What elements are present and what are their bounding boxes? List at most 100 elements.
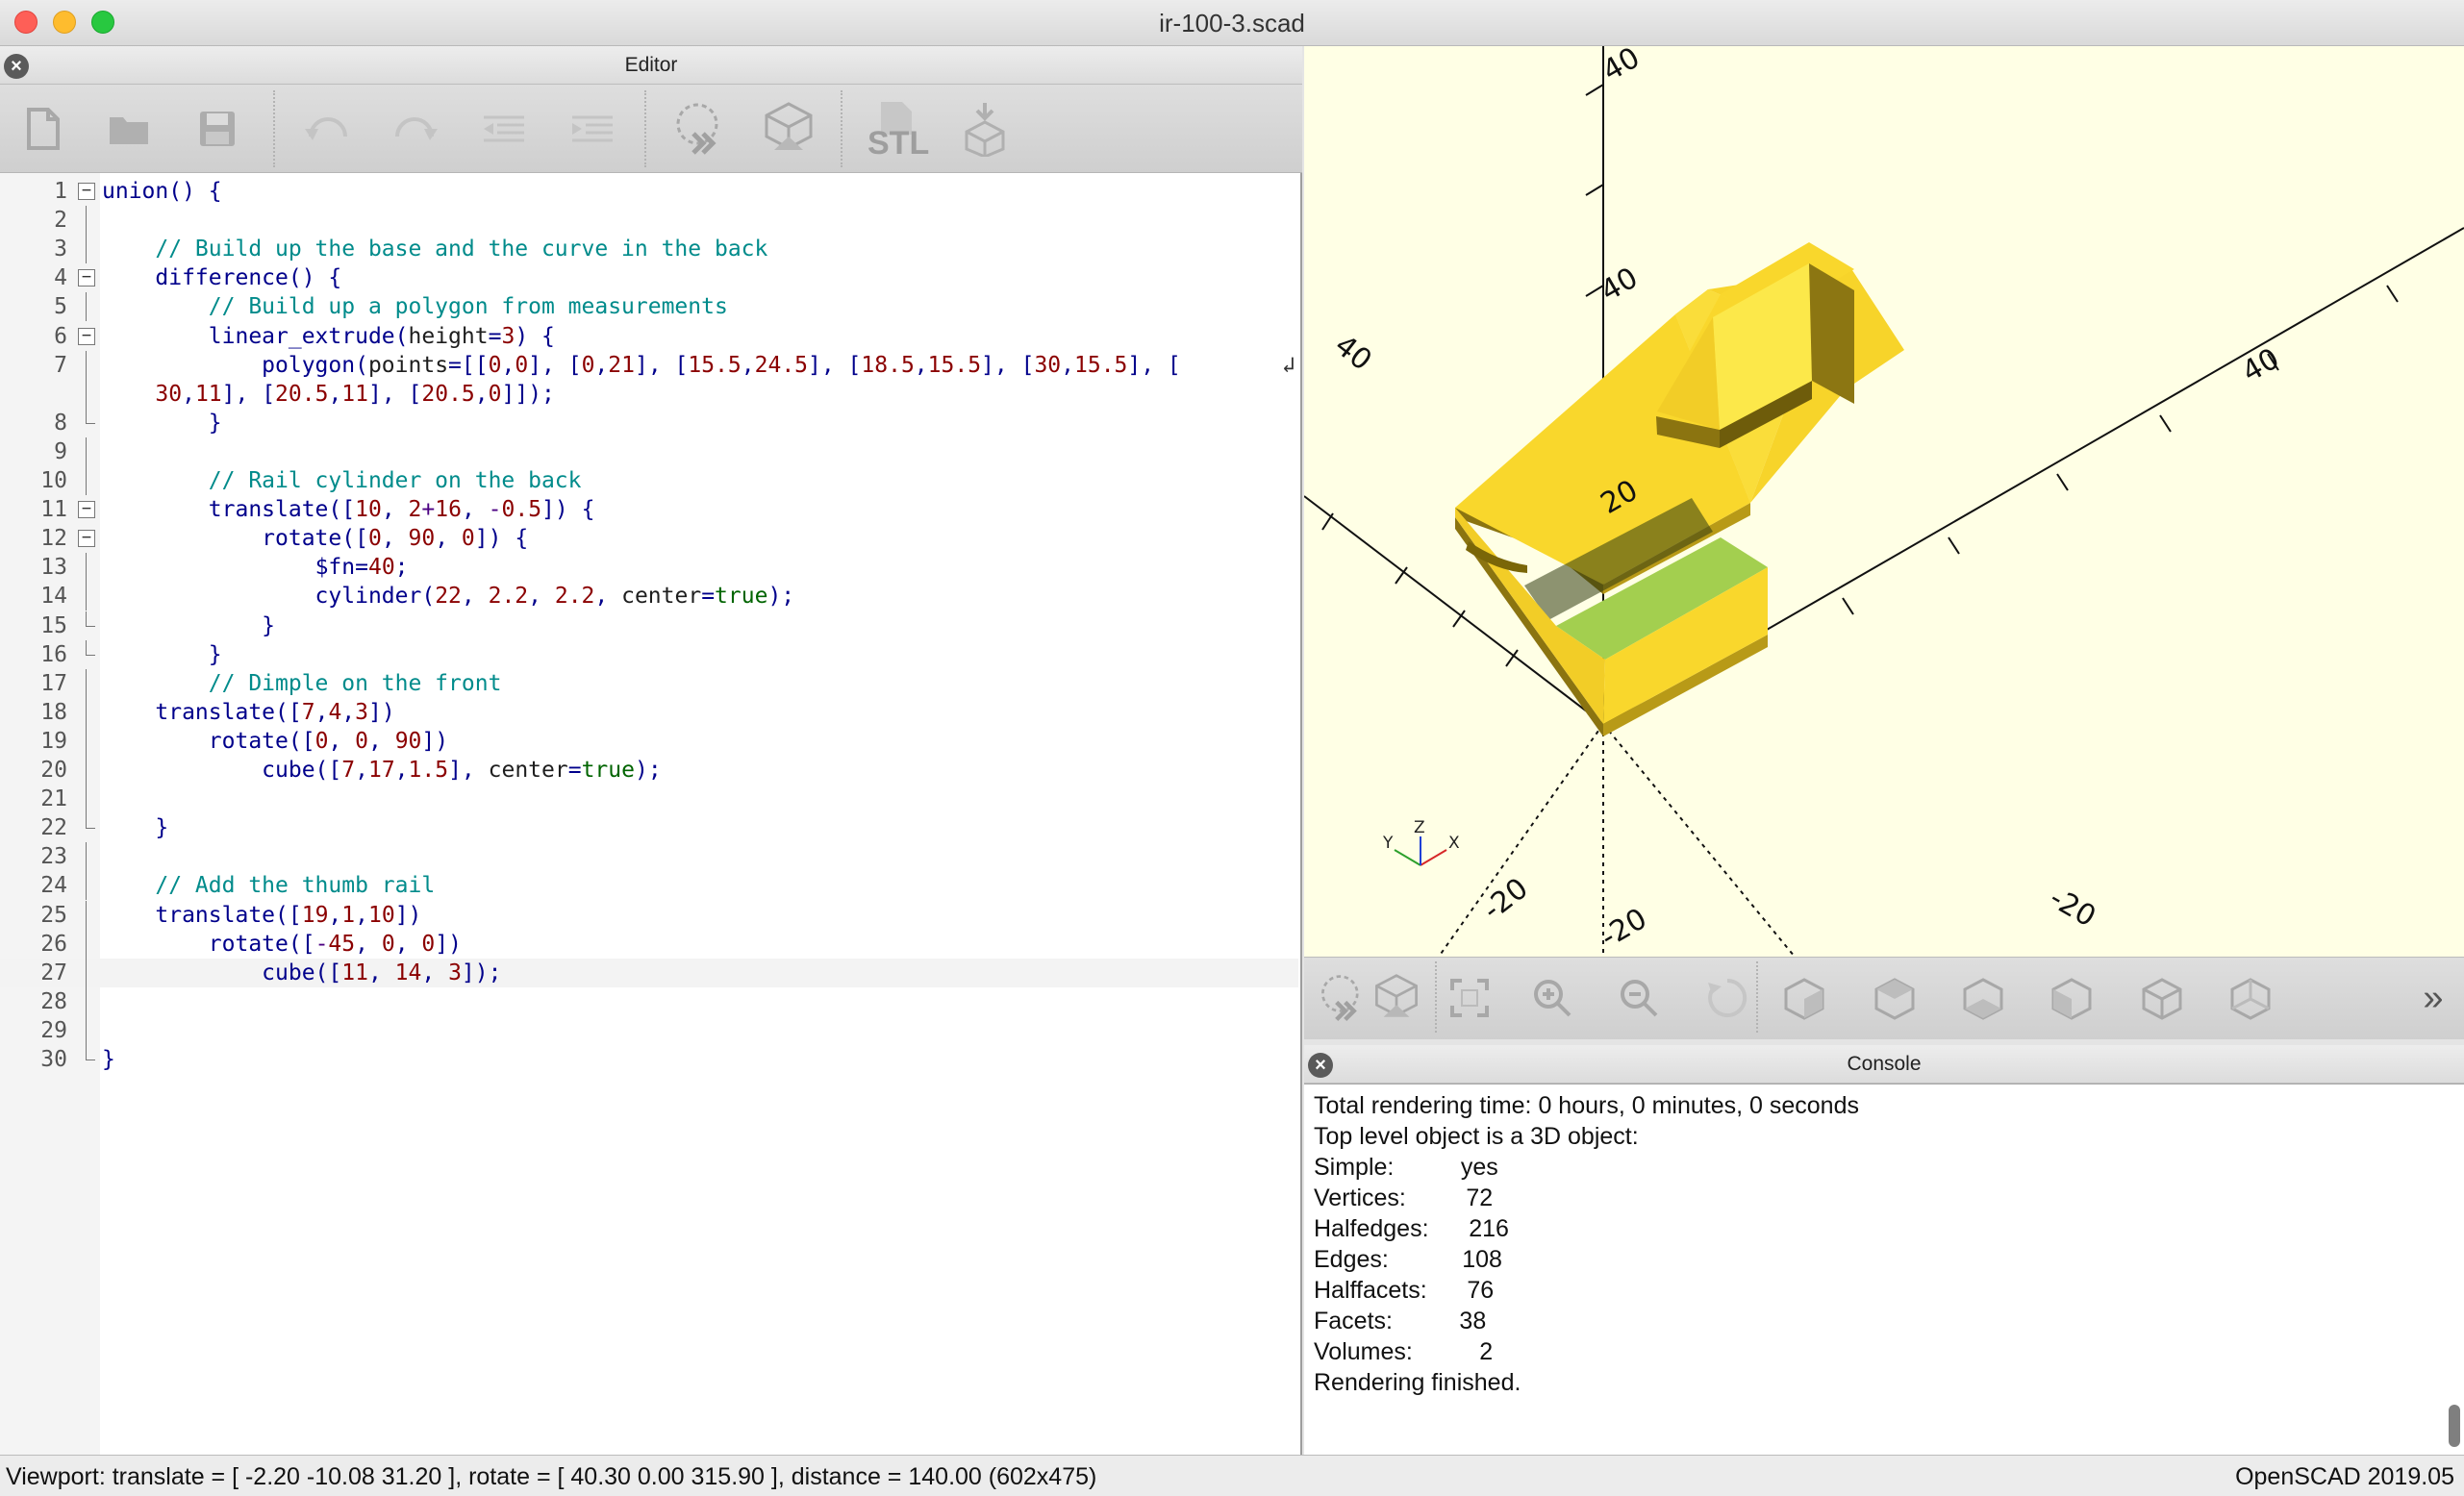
code-line[interactable]: 8 } bbox=[0, 408, 1298, 437]
console-output[interactable]: Total rendering time: 0 hours, 0 minutes… bbox=[1304, 1084, 2464, 1455]
fold-toggle-icon[interactable]: − bbox=[78, 183, 95, 200]
code-line[interactable]: 16 } bbox=[0, 639, 1298, 669]
code-line[interactable]: 9 bbox=[0, 436, 1298, 466]
code-line[interactable]: 19 rotate([0, 0, 90]) bbox=[0, 726, 1298, 756]
line-number: 22 bbox=[40, 815, 67, 841]
line-number: 29 bbox=[40, 1017, 67, 1043]
code-line[interactable]: 13 $fn=40; bbox=[0, 553, 1298, 583]
code-token: } bbox=[102, 815, 169, 841]
console-line: Top level object is a 3D object: bbox=[1314, 1123, 1639, 1150]
code-line[interactable]: 30} bbox=[0, 1045, 1298, 1074]
preview-icon[interactable] bbox=[1316, 971, 1370, 1025]
console-scrollbar[interactable] bbox=[2449, 1405, 2460, 1447]
fold-guide bbox=[86, 582, 87, 611]
fold-toggle-icon[interactable]: − bbox=[78, 327, 95, 345]
code-token: 11 bbox=[341, 381, 368, 407]
code-token: 0.5 bbox=[501, 497, 542, 523]
undo-icon[interactable] bbox=[298, 98, 356, 160]
render-icon[interactable] bbox=[1370, 971, 1423, 1025]
code-line[interactable]: 27 cube([11, 14, 3]); bbox=[0, 958, 1298, 987]
code-line[interactable]: 29 bbox=[0, 1015, 1298, 1045]
code-line[interactable]: 12− rotate([0, 90, 0]) { bbox=[0, 524, 1298, 553]
view-front-icon[interactable] bbox=[2135, 971, 2189, 1025]
code-token: ], [ bbox=[1127, 352, 1181, 378]
view-all-icon[interactable] bbox=[1443, 971, 1496, 1025]
view-bottom-icon[interactable] bbox=[1956, 971, 2010, 1025]
line-number: 21 bbox=[40, 786, 67, 812]
code-line[interactable]: 25 translate([19,1,10]) bbox=[0, 900, 1298, 930]
code-line[interactable]: 4− difference() { bbox=[0, 263, 1298, 292]
code-token: 21 bbox=[608, 352, 635, 378]
code-line[interactable]: 15 } bbox=[0, 611, 1298, 640]
line-number: 6 bbox=[54, 323, 67, 349]
code-token: cylinder( bbox=[102, 584, 436, 610]
code-line[interactable]: 24 // Add the thumb rail bbox=[0, 871, 1298, 901]
code-line[interactable]: 11− translate([10, 2+16, -0.5]) { bbox=[0, 495, 1298, 524]
code-token: = bbox=[488, 323, 502, 349]
code-line[interactable]: 14 cylinder(22, 2.2, 2.2, center=true); bbox=[0, 582, 1298, 611]
code-line[interactable]: 20 cube([7,17,1.5], center=true); bbox=[0, 756, 1298, 785]
view-top-icon[interactable] bbox=[1868, 971, 1922, 1025]
code-text: // Build up the base and the curve in th… bbox=[102, 235, 767, 263]
3d-viewport[interactable]: 40 40 20 40 40 -20 -20 -20 Y Z X bbox=[1304, 46, 2464, 957]
code-token: } bbox=[102, 1047, 115, 1072]
fold-toggle-icon[interactable]: − bbox=[78, 530, 95, 548]
code-line[interactable]: 23 bbox=[0, 842, 1298, 872]
console-line: Rendering finished. bbox=[1314, 1369, 1521, 1396]
code-token: , bbox=[394, 931, 422, 957]
code-token: 40 bbox=[367, 555, 395, 581]
code-line[interactable]: 10 // Rail cylinder on the back bbox=[0, 466, 1298, 495]
open-file-icon[interactable] bbox=[100, 98, 158, 160]
code-line[interactable]: 26 rotate([-45, 0, 0]) bbox=[0, 929, 1298, 959]
fold-toggle-icon[interactable]: − bbox=[78, 269, 95, 287]
line-number: 10 bbox=[40, 468, 67, 493]
fold-guide bbox=[86, 553, 87, 583]
code-line[interactable]: 22 } bbox=[0, 813, 1298, 842]
new-file-icon[interactable] bbox=[13, 98, 71, 160]
code-token: , bbox=[528, 584, 555, 610]
code-token: // Dimple on the front bbox=[208, 670, 502, 696]
save-icon[interactable] bbox=[189, 98, 246, 160]
view-back-icon[interactable] bbox=[2224, 971, 2277, 1025]
code-token: true bbox=[715, 584, 768, 610]
view-right-icon[interactable] bbox=[1777, 971, 1831, 1025]
code-token: = bbox=[567, 758, 582, 783]
view-left-icon[interactable] bbox=[2045, 971, 2099, 1025]
export-stl-icon[interactable]: STL bbox=[866, 98, 929, 162]
redo-icon[interactable] bbox=[387, 98, 444, 160]
code-line[interactable]: 28 bbox=[0, 986, 1298, 1016]
code-line[interactable]: 7 polygon(points=[[0,0], [0,21], [15.5,2… bbox=[0, 350, 1298, 380]
reset-view-icon[interactable] bbox=[1700, 971, 1754, 1025]
code-line[interactable]: 3 // Build up the base and the curve in … bbox=[0, 235, 1298, 264]
fold-toggle-icon[interactable]: − bbox=[78, 501, 95, 519]
code-editor[interactable]: 1− union() {2 3 // Build up the base and t… bbox=[0, 173, 1302, 1455]
code-line[interactable]: 5 // Build up a polygon from measurement… bbox=[0, 292, 1298, 322]
code-token: 15.5 bbox=[927, 352, 982, 378]
zoom-in-icon[interactable] bbox=[1525, 971, 1579, 1025]
more-icon[interactable]: » bbox=[2410, 971, 2456, 1025]
code-line[interactable]: 17 // Dimple on the front bbox=[0, 668, 1298, 698]
render-icon[interactable] bbox=[760, 98, 817, 160]
send-to-print-icon[interactable] bbox=[956, 98, 1014, 160]
code-token: , bbox=[421, 960, 449, 985]
code-token: center bbox=[621, 584, 702, 610]
zoom-out-icon[interactable] bbox=[1612, 971, 1666, 1025]
code-token: ); bbox=[634, 758, 662, 783]
code-line[interactable]: 18 translate([7,4,3]) bbox=[0, 697, 1298, 727]
code-line[interactable]: 30,11], [20.5,11], [20.5,0]]); bbox=[0, 379, 1298, 409]
code-token: 24.5 bbox=[754, 352, 809, 378]
gizmo-label-x: X bbox=[1448, 834, 1460, 853]
preview-icon[interactable] bbox=[671, 98, 729, 160]
code-line[interactable]: 2 bbox=[0, 206, 1298, 236]
code-line[interactable]: 21 bbox=[0, 785, 1298, 814]
code-line[interactable]: 6− linear_extrude(height=3) { bbox=[0, 322, 1298, 351]
axis-gizmo: Y Z X bbox=[1382, 818, 1460, 866]
indent-icon[interactable] bbox=[564, 98, 621, 160]
unindent-icon[interactable] bbox=[475, 98, 533, 160]
code-line[interactable]: 1− union() { bbox=[0, 177, 1298, 206]
code-token: 17 bbox=[367, 758, 395, 783]
axis-label-z-top: 40 bbox=[1597, 46, 1647, 88]
